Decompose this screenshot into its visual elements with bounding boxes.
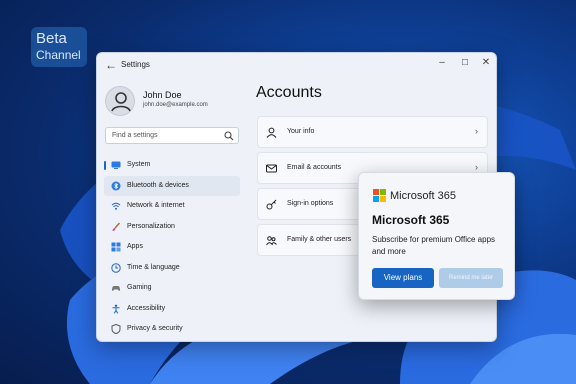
sidebar-item-gaming[interactable]: Gaming [104,278,240,299]
family-icon [266,236,277,246]
maximize-button[interactable]: ☐ [458,58,472,67]
sidebar-nav: System Bluetooth & devices Network & int… [104,155,240,340]
bluetooth-icon [111,181,121,190]
person-icon [266,127,277,138]
sidebar-item-label: Network & internet [127,202,185,209]
page-title: Accounts [256,84,322,101]
wifi-icon [111,202,121,210]
title-bar: ← Settings – ☐ ✕ [97,53,496,77]
avatar[interactable] [105,86,135,116]
view-plans-button[interactable]: View plans [372,268,434,288]
user-avatar-icon [111,92,131,112]
sidebar-item-label: Accessibility [127,304,166,312]
system-icon [111,161,121,169]
selection-indicator [104,161,106,170]
popup-brand: Microsoft 365 [390,190,457,202]
minimize-button[interactable]: – [435,57,449,68]
card-label: Email & accounts [287,164,342,171]
brush-icon [112,222,121,231]
beta-channel-badge: Beta Channel [31,27,87,67]
sidebar-item-label: Privacy & security [127,325,183,332]
card-label: Sign-in options [287,200,334,207]
card-your-info[interactable]: Your info › [257,116,488,148]
mail-icon [266,164,277,173]
search-input[interactable]: Find a settings [105,127,239,144]
sidebar-item-label: Apps [127,243,143,250]
sidebar-item-label: System [127,161,151,168]
sidebar-item-apps[interactable]: Apps [104,237,240,258]
accessibility-icon [112,304,120,314]
window-title: Settings [121,60,150,69]
back-arrow-icon[interactable]: ← [105,58,117,72]
gamepad-icon [112,286,120,291]
sidebar-item-bluetooth[interactable]: Bluetooth & devices [104,175,240,196]
sidebar-item-accessibility[interactable]: Accessibility [104,299,240,320]
key-icon [266,199,277,210]
user-email: john.doe@example.com [143,102,208,108]
apps-icon [111,242,121,252]
search-icon[interactable] [224,131,234,141]
sidebar-item-time-language[interactable]: Time & language [104,258,240,279]
sidebar-item-label: Gaming [127,284,152,291]
card-label: Family & other users [287,236,352,243]
sidebar-item-privacy-security[interactable]: Privacy & security [104,319,240,340]
clock-icon [111,262,121,273]
close-button[interactable]: ✕ [479,57,493,68]
microsoft-365-popup: Microsoft 365 Microsoft 365 Subscribe fo… [358,172,515,300]
popup-description: Subscribe for premium Office apps and mo… [372,235,496,256]
shield-icon [111,324,121,334]
chevron-right-icon: › [475,126,478,136]
popup-title: Microsoft 365 [372,213,450,227]
chevron-right-icon: › [475,162,478,172]
user-name: John Doe [143,90,182,100]
sidebar-item-label: Time & language [127,263,180,271]
microsoft-logo-icon [373,189,386,202]
sidebar-item-system[interactable]: System [104,155,240,176]
badge-line-2: Channel [36,48,81,62]
card-label: Your info [287,128,315,135]
badge-line-1: Beta [36,30,67,47]
sidebar-item-label: Personalization [127,222,175,230]
remind-me-later-button[interactable]: Remind me later [439,268,503,288]
sidebar-item-personalization[interactable]: Personalization [104,217,240,238]
sidebar-item-label: Bluetooth & devices [127,181,189,189]
sidebar-item-network[interactable]: Network & internet [104,196,240,217]
search-placeholder: Find a settings [112,132,158,139]
